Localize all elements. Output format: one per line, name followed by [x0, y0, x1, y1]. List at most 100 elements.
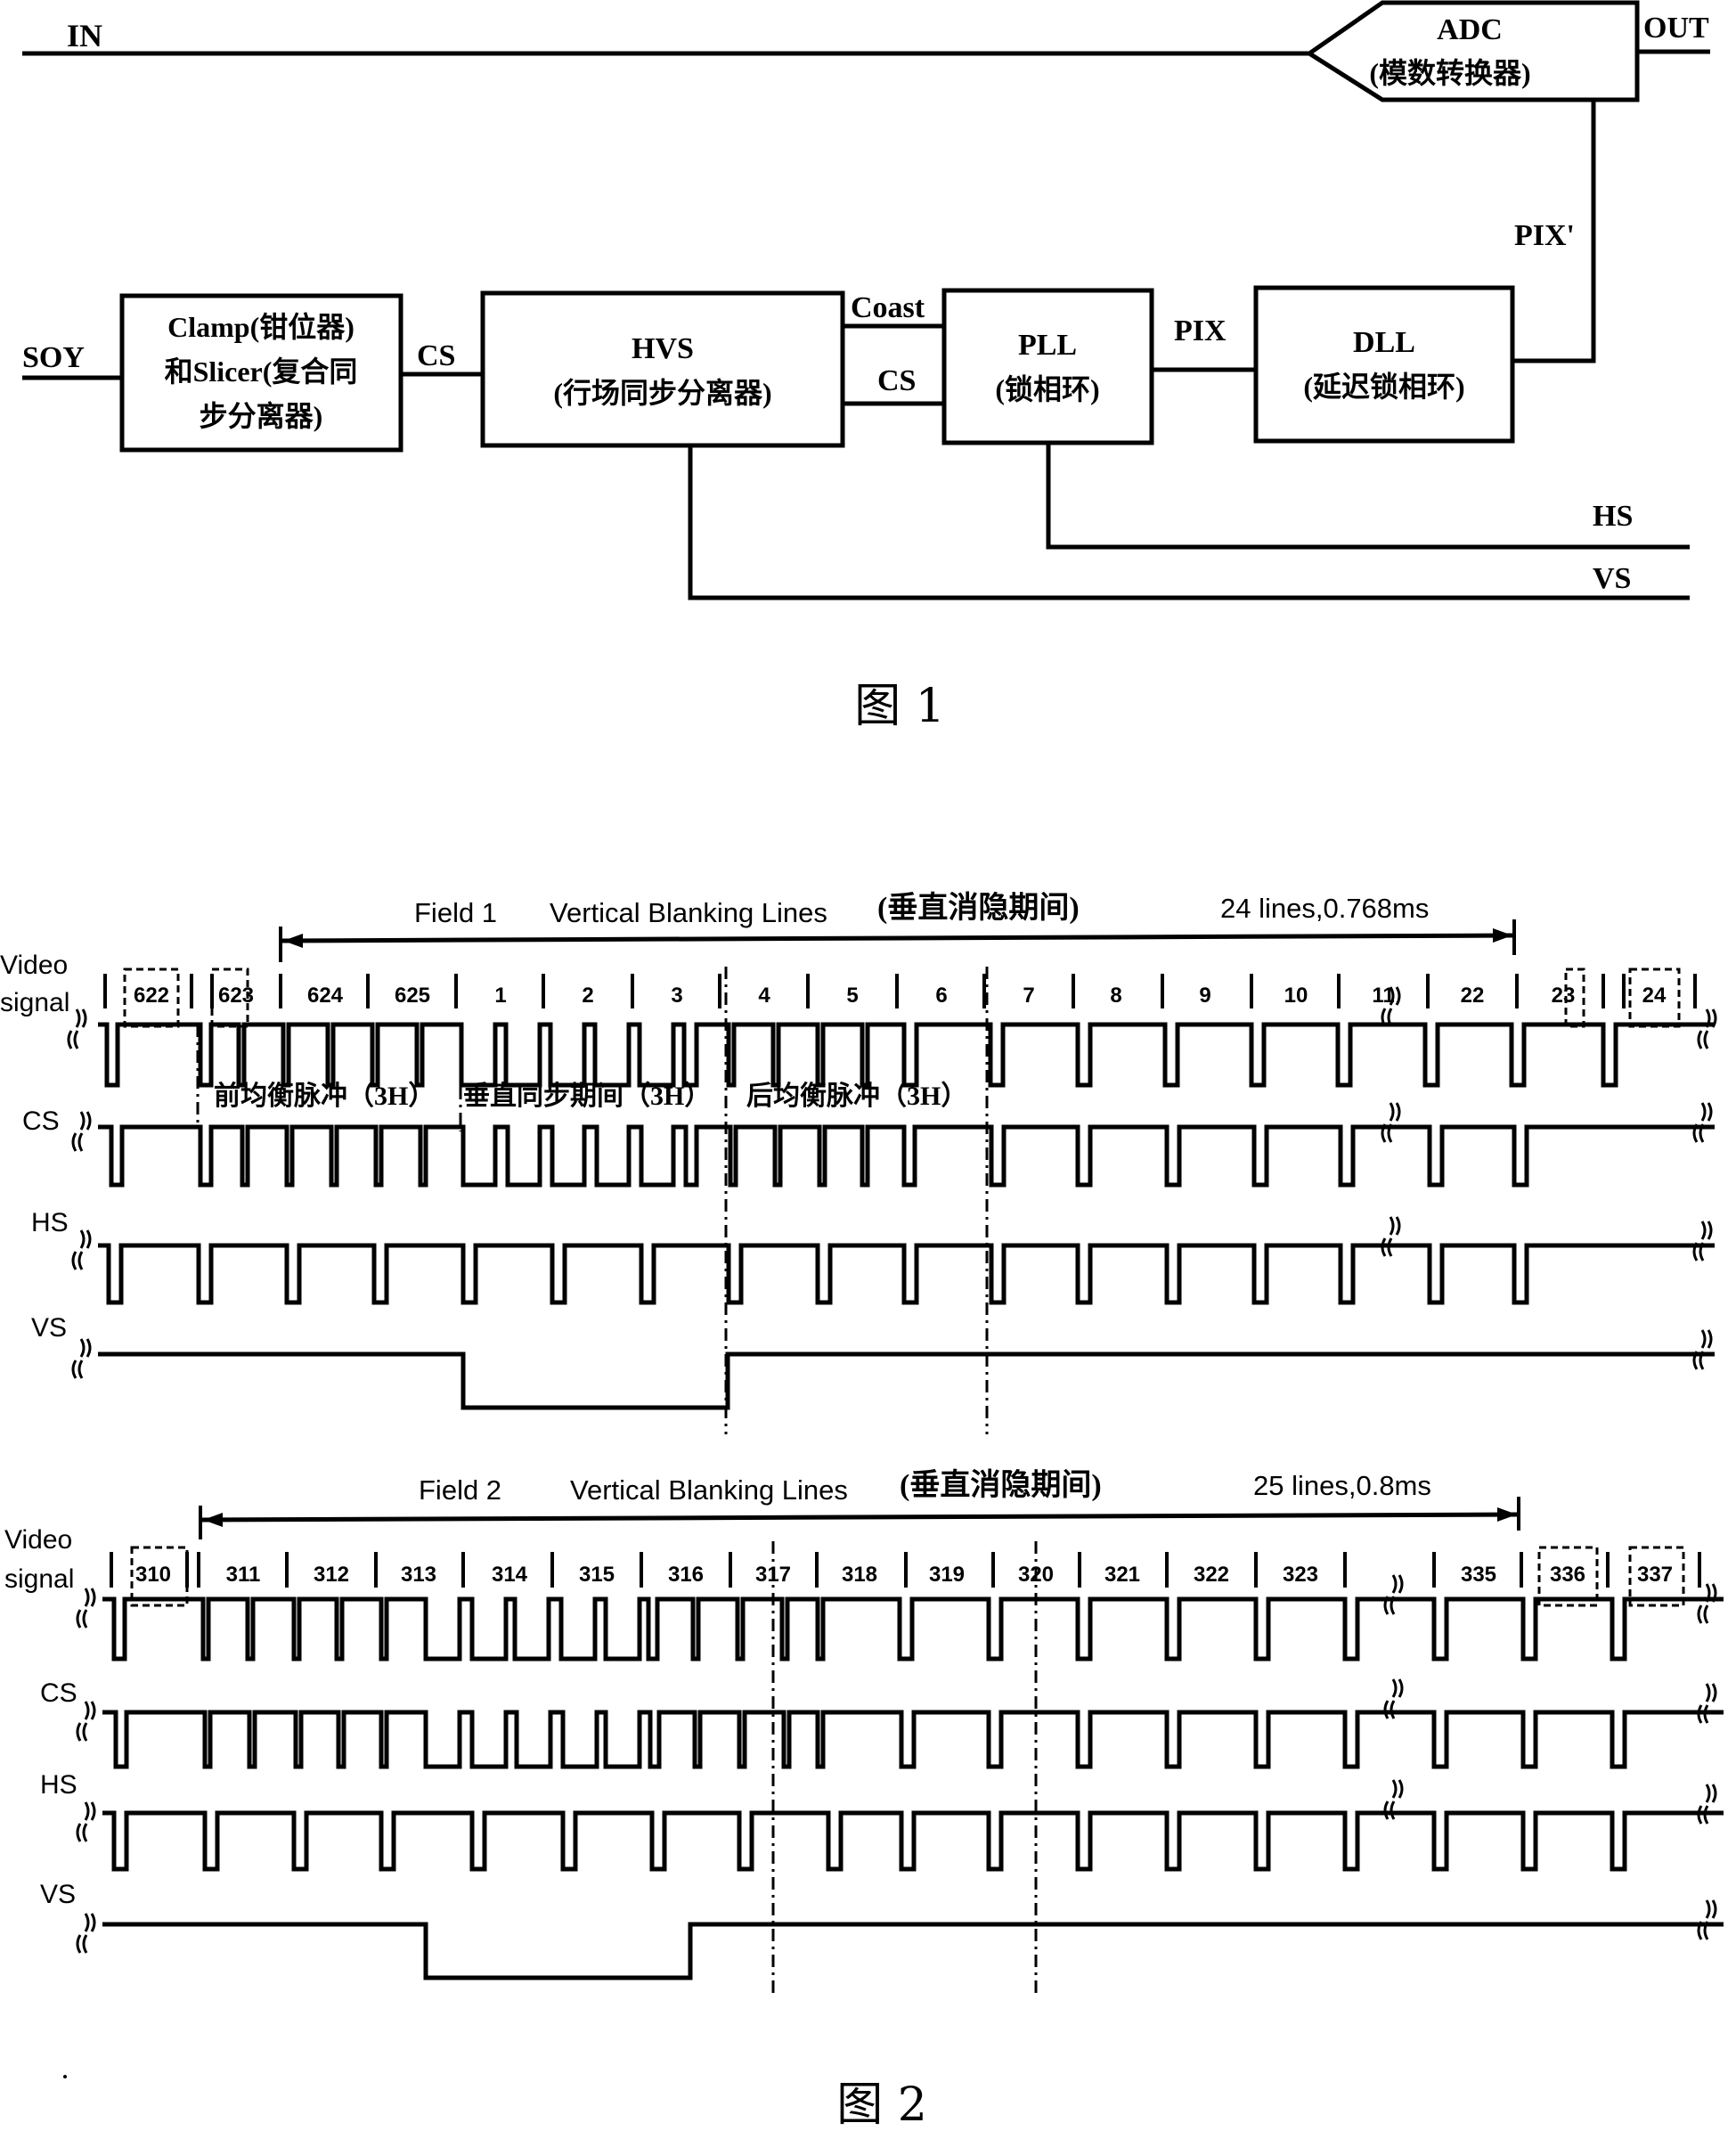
field1-hs-break-mark	[1381, 1216, 1401, 1257]
dll-label-cn: (延迟锁相环)	[1303, 371, 1464, 403]
field2-waveforms	[76, 1541, 1724, 1996]
field2-vs-waveform	[102, 1922, 1724, 1980]
pll-label-cn: (锁相环)	[995, 373, 1099, 405]
adc-label: ADC	[1437, 13, 1503, 46]
line-number-label: 4	[758, 984, 770, 1008]
field2-blanking-label: Vertical Blanking Lines	[570, 1474, 848, 1506]
field1-video-break-mark-left	[67, 1008, 87, 1049]
hvs-label: HVS	[632, 332, 694, 365]
line-number-label: 22	[1461, 984, 1485, 1008]
dll-label: DLL	[1353, 326, 1415, 359]
line-number-label: 1	[494, 984, 506, 1008]
field2-hs-break-mark-left	[76, 1801, 96, 1842]
field1-vs-label: VS	[31, 1313, 67, 1343]
field1-duration: 24 lines,0.768ms	[1220, 893, 1429, 924]
field1-cs-break-mark-right	[1692, 1102, 1713, 1143]
field2-line-numbers: 310 311 312 313 314 315 316 317 318 319 320 321 322 3…	[110, 1546, 1701, 1607]
field1-line-numbers: 622 623 624 625 1 2 3 4 5 6 7 8 9 10 11 22 23 24	[103, 968, 1697, 1028]
line-number-label: 335	[1461, 1563, 1496, 1587]
vs-output-label: VS	[1593, 562, 1631, 595]
line-number-label: 2	[582, 984, 593, 1008]
line-number-label: 337	[1637, 1563, 1673, 1587]
pix-label: PIX	[1174, 314, 1227, 347]
field2-blanking-arrow	[199, 1497, 1520, 1539]
clamp-label-line2: 和Slicer(复合同	[165, 355, 358, 388]
line-number-label: 310	[135, 1563, 171, 1587]
line-number-label: 311	[226, 1563, 261, 1587]
field1-hs-break-mark-right	[1692, 1221, 1713, 1261]
field1-video-label-line1: Video	[0, 951, 68, 980]
hvs-block	[480, 290, 845, 448]
field1-phase-pre-equalizing: 前均衡脉冲（3H）	[214, 1081, 435, 1111]
field1-cs-label: CS	[22, 1106, 60, 1136]
line-number-label: 5	[846, 984, 858, 1008]
field1-cs-break-mark-left	[71, 1111, 92, 1152]
line-number-label: 9	[1199, 984, 1210, 1008]
figure-1-block-diagram: IN ADC (模数转换器) OUT SOY Clamp(钳位器) 和Slice…	[22, 0, 1710, 733]
soy-label: SOY	[22, 341, 85, 374]
in-label: IN	[67, 18, 102, 53]
line-number-label: 23	[1552, 984, 1576, 1008]
field1-blanking-label-cn: (垂直消隐期间)	[877, 891, 1080, 925]
clamp-label-line3: 步分离器)	[200, 400, 323, 432]
field2-video-break-mark	[1383, 1574, 1404, 1615]
line-number-label: 314	[492, 1563, 528, 1587]
field1-blanking-label: Vertical Blanking Lines	[550, 897, 827, 928]
line-number-label: 622	[134, 984, 169, 1008]
field2-title: Field 2	[419, 1474, 501, 1506]
field1-video-signal-waveform	[98, 1022, 1715, 1088]
field2-cs-break-mark-left	[76, 1701, 96, 1742]
hvs-label-cn: (行场同步分离器)	[553, 377, 771, 409]
field1-vs-break-mark-right	[1692, 1329, 1713, 1370]
field2-hs-label: HS	[40, 1770, 77, 1800]
line-number-label: 8	[1110, 984, 1121, 1008]
field1-hs-break-mark-left	[71, 1229, 92, 1270]
line-number-label: 7	[1023, 984, 1034, 1008]
patent-figure-canvas: IN ADC (模数转换器) OUT SOY Clamp(钳位器) 和Slice…	[0, 0, 1724, 2131]
field1-video-label-line2: signal	[0, 988, 69, 1017]
field2-video-label-line1: Video	[4, 1525, 72, 1555]
line-number-label: 321	[1104, 1563, 1140, 1587]
field2-cs-waveform	[102, 1710, 1724, 1769]
pix-prime-label: PIX'	[1514, 219, 1575, 252]
line-number-label: 322	[1194, 1563, 1229, 1587]
figure-2-timing-diagram: Field 1 Vertical Blanking Lines (垂直消隐期间)…	[0, 891, 1724, 2131]
field1-cs-waveform	[98, 1124, 1715, 1188]
pll-label: PLL	[1018, 329, 1077, 362]
vs-output-wire	[688, 445, 1690, 600]
line-number-label: 318	[842, 1563, 877, 1587]
field1-hs-waveform	[98, 1243, 1715, 1305]
field2-hs-break-mark-right	[1697, 1784, 1717, 1825]
adc-label-cn: (模数转换器)	[1369, 57, 1530, 89]
line-number-label: 316	[668, 1563, 704, 1587]
field1-title: Field 1	[414, 897, 497, 928]
field1-video-break-mark-right	[1697, 1008, 1717, 1049]
stray-dot	[63, 2075, 67, 2078]
field2-hs-waveform	[102, 1810, 1724, 1872]
field1-vs-waveform	[98, 1351, 1715, 1410]
cs-label-hvs-pll: CS	[877, 364, 916, 397]
line-number-label: 6	[935, 984, 947, 1008]
hs-output-label: HS	[1593, 500, 1633, 533]
coast-label: Coast	[851, 291, 925, 324]
line-number-label: 3	[671, 984, 682, 1008]
cs-label-clamp-hvs: CS	[417, 339, 455, 372]
figure-2-caption: 图 2	[836, 2078, 927, 2131]
field2-cs-break-mark-right	[1697, 1683, 1717, 1724]
line-number-label: 24	[1642, 984, 1667, 1008]
line-number-label: 312	[314, 1563, 349, 1587]
field1-waveforms	[67, 967, 1717, 1434]
field2-video-break-mark-left	[76, 1588, 96, 1629]
dll-block	[1253, 285, 1515, 444]
line-number-label: 624	[307, 984, 344, 1008]
line-number-label: 319	[929, 1563, 965, 1587]
field2-vs-break-mark-right	[1697, 1899, 1717, 1940]
field1-cs-break-mark	[1381, 1102, 1401, 1143]
clamp-label-line1: Clamp(钳位器)	[167, 311, 355, 343]
figure-1-caption: 图 1	[854, 680, 945, 733]
line-number-label: 336	[1550, 1563, 1585, 1587]
line-number-label: 10	[1284, 984, 1308, 1008]
line-number-label: 625	[395, 984, 430, 1008]
line-number-label: 323	[1283, 1563, 1318, 1587]
field2-vs-break-mark-left	[76, 1913, 96, 1954]
